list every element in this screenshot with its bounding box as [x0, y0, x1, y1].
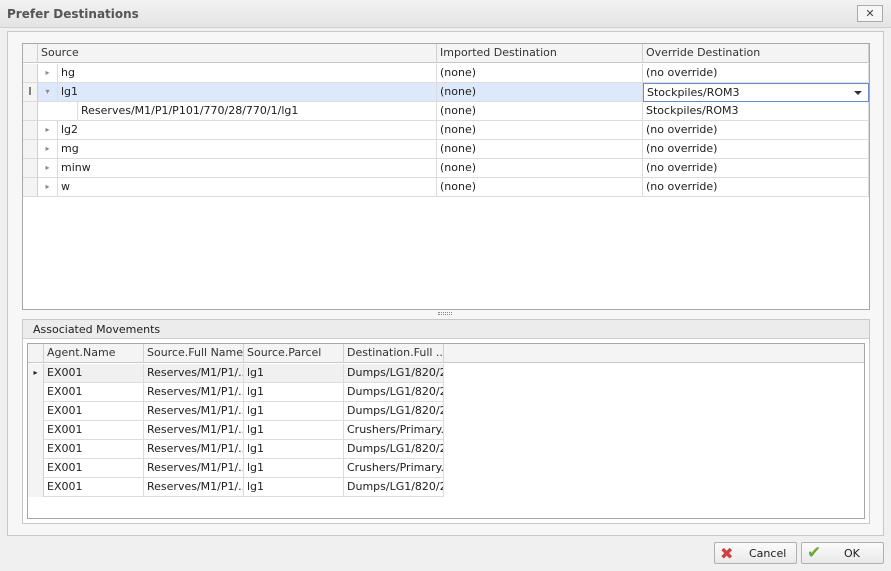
imported-destination-cell[interactable]: (none) [437, 140, 643, 159]
column-header-empty [444, 344, 864, 363]
row-indicator[interactable] [23, 121, 38, 140]
source-full-name-cell[interactable]: Reserves/M1/P1/... [144, 459, 244, 478]
column-header-source-parcel[interactable]: Source.Parcel [244, 344, 344, 363]
override-destination-dropdown[interactable]: Stockpiles/ROM3 [643, 83, 869, 102]
row-indicator[interactable] [28, 402, 44, 421]
header-indicator [23, 44, 38, 63]
agent-name-cell[interactable]: EX001 [44, 440, 144, 459]
ok-button[interactable]: ✔ OK [801, 542, 884, 564]
source-full-name-cell[interactable]: Reserves/M1/P1/... [144, 478, 244, 497]
destination-full-name-cell[interactable]: Crushers/Primary... [344, 421, 444, 440]
source-cell[interactable]: hg [57, 64, 437, 83]
source-parcel-cell[interactable]: lg1 [244, 402, 344, 421]
column-header-destination-full-name[interactable]: Destination.Full ... [344, 344, 444, 363]
expand-toggle-icon[interactable]: ▸ [38, 64, 57, 83]
row-indicator[interactable] [28, 383, 44, 402]
cancel-button[interactable]: ✖ Cancel [714, 542, 797, 564]
row-indicator[interactable] [28, 421, 44, 440]
column-header-source-full-name[interactable]: Source.Full Name [144, 344, 244, 363]
source-parcel-cell[interactable]: lg1 [244, 459, 344, 478]
header-indicator [28, 344, 44, 363]
destination-full-name-cell[interactable]: Dumps/LG1/820/21 [344, 364, 444, 383]
splitter-handle[interactable] [438, 312, 452, 315]
source-parcel-cell[interactable]: lg1 [244, 364, 344, 383]
override-destination-cell[interactable]: Stockpiles/ROM3 [643, 102, 869, 121]
associated-movements-group: Associated Movements Agent.Name Source.Fu… [22, 319, 870, 524]
source-cell[interactable]: Reserves/M1/P1/P101/770/28/770/1/lg1 [77, 102, 437, 121]
source-full-name-cell[interactable]: Reserves/M1/P1/... [144, 402, 244, 421]
source-full-name-cell[interactable]: Reserves/M1/P1/... [144, 421, 244, 440]
source-cell[interactable]: w [57, 178, 437, 197]
source-parcel-cell[interactable]: lg1 [244, 383, 344, 402]
agent-name-cell[interactable]: EX001 [44, 364, 144, 383]
row-indicator[interactable] [23, 64, 38, 83]
dropdown-arrow-icon[interactable] [854, 91, 862, 95]
column-header-imported-destination[interactable]: Imported Destination [437, 44, 643, 63]
row-indicator[interactable]: I [23, 83, 38, 102]
column-header-source[interactable]: Source [38, 44, 437, 63]
row-indicator[interactable] [23, 102, 38, 121]
row-indicator[interactable] [28, 478, 44, 497]
imported-destination-cell[interactable]: (none) [437, 83, 643, 102]
source-parcel-cell[interactable]: lg1 [244, 478, 344, 497]
source-cell[interactable]: mg [57, 140, 437, 159]
imported-destination-cell[interactable]: (none) [437, 178, 643, 197]
row-indicator[interactable]: ▸ [28, 364, 44, 383]
agent-name-cell[interactable]: EX001 [44, 421, 144, 440]
column-header-agent-name[interactable]: Agent.Name [44, 344, 144, 363]
expand-toggle-icon[interactable]: ▸ [38, 140, 57, 159]
ok-label: OK [844, 547, 860, 560]
column-header-override-destination[interactable]: Override Destination [643, 44, 869, 63]
expand-toggle-icon[interactable]: ▸ [38, 178, 57, 197]
agent-name-cell[interactable]: EX001 [44, 402, 144, 421]
source-parcel-cell[interactable]: lg1 [244, 421, 344, 440]
override-destination-cell[interactable]: (no override) [643, 64, 869, 83]
override-destination-cell[interactable]: (no override) [643, 178, 869, 197]
window-title: Prefer Destinations [7, 7, 139, 21]
source-cell[interactable]: lg1 [57, 83, 437, 102]
override-destination-cell[interactable]: (no override) [643, 159, 869, 178]
destination-full-name-cell[interactable]: Crushers/Primary... [344, 459, 444, 478]
row-indicator[interactable] [23, 140, 38, 159]
imported-destination-cell[interactable]: (none) [437, 159, 643, 178]
override-destination-cell[interactable]: (no override) [643, 121, 869, 140]
movements-grid: Agent.Name Source.Full Name Source.Parcel D… [27, 343, 865, 519]
source-full-name-cell[interactable]: Reserves/M1/P1/... [144, 440, 244, 459]
destination-full-name-cell[interactable]: Dumps/LG1/820/21 [344, 478, 444, 497]
source-cell[interactable]: lg2 [57, 121, 437, 140]
row-indicator[interactable] [28, 440, 44, 459]
expand-toggle-icon[interactable]: ▸ [38, 121, 57, 140]
checkmark-icon: ✔ [807, 543, 822, 563]
source-full-name-cell[interactable]: Reserves/M1/P1/... [144, 383, 244, 402]
cancel-label: Cancel [749, 547, 787, 560]
agent-name-cell[interactable]: EX001 [44, 478, 144, 497]
group-title: Associated Movements [23, 320, 869, 339]
close-button[interactable]: ✕ [857, 5, 883, 22]
source-cell[interactable]: minw [57, 159, 437, 178]
title-bar: Prefer Destinations ✕ [0, 0, 891, 28]
agent-name-cell[interactable]: EX001 [44, 459, 144, 478]
row-indicator[interactable] [28, 459, 44, 478]
source-full-name-cell[interactable]: Reserves/M1/P1/... [144, 364, 244, 383]
row-indicator[interactable] [23, 159, 38, 178]
imported-destination-cell[interactable]: (none) [437, 121, 643, 140]
destination-full-name-cell[interactable]: Dumps/LG1/820/21 [344, 402, 444, 421]
imported-destination-cell[interactable]: (none) [437, 64, 643, 83]
prefer-destinations-grid: Source Imported Destination Override Desti… [22, 43, 870, 310]
expand-toggle-icon[interactable]: ▾ [38, 83, 57, 102]
source-parcel-cell[interactable]: lg1 [244, 440, 344, 459]
imported-destination-cell[interactable]: (none) [437, 102, 643, 121]
expand-toggle-icon[interactable]: ▸ [38, 159, 57, 178]
agent-name-cell[interactable]: EX001 [44, 383, 144, 402]
cancel-x-icon: ✖ [720, 544, 734, 563]
override-destination-cell[interactable]: (no override) [643, 140, 869, 159]
destination-full-name-cell[interactable]: Dumps/LG1/820/21 [344, 383, 444, 402]
destination-full-name-cell[interactable]: Dumps/LG1/820/21 [344, 440, 444, 459]
tree-indent [38, 102, 77, 121]
row-indicator[interactable] [23, 178, 38, 197]
